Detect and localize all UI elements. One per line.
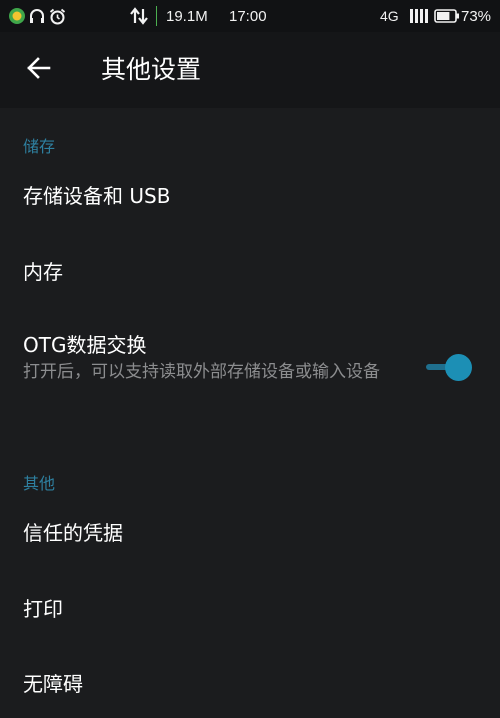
section-header-storage: 储存 xyxy=(23,137,56,156)
item-summary: 打开后，可以支持读取外部存储设备或输入设备 xyxy=(23,362,380,382)
headset-icon xyxy=(29,0,45,32)
arrow-left-icon xyxy=(25,56,51,84)
accessibility-item[interactable]: 无障碍 xyxy=(0,648,500,718)
page-title: 其他设置 xyxy=(101,55,202,84)
alarm-icon xyxy=(49,0,66,32)
print-item[interactable]: 打印 xyxy=(0,574,500,644)
item-title: 存储设备和 USB xyxy=(23,184,171,208)
battery-percent: 73% xyxy=(461,7,492,25)
toggle-thumb xyxy=(445,354,472,381)
memory-item[interactable]: 内存 xyxy=(0,234,500,304)
battery-icon xyxy=(434,0,460,32)
trusted-credentials-item[interactable]: 信任的凭据 xyxy=(0,500,500,570)
status-bar: 19.1M 17:00 4G 73% xyxy=(0,0,500,32)
item-title: 内存 xyxy=(23,260,63,284)
status-divider xyxy=(156,6,157,26)
clock: 17:00 xyxy=(229,7,267,25)
data-transfer-icon xyxy=(129,0,149,32)
item-title: 无障碍 xyxy=(23,672,83,696)
network-speed: 19.1M xyxy=(166,7,208,25)
item-title: 信任的凭据 xyxy=(23,521,123,545)
back-button[interactable] xyxy=(18,50,58,90)
item-title: 打印 xyxy=(23,597,63,621)
signal-icon xyxy=(410,0,428,32)
item-title: OTG数据交换 xyxy=(23,333,147,357)
otg-toggle[interactable] xyxy=(424,352,474,382)
section-header-other: 其他 xyxy=(23,474,56,493)
toolbar: 其他设置 xyxy=(0,32,500,108)
app-notification-icon xyxy=(8,0,26,32)
otg-item[interactable]: OTG数据交换 打开后，可以支持读取外部存储设备或输入设备 xyxy=(0,318,500,418)
network-type: 4G xyxy=(380,8,399,24)
storage-usb-item[interactable]: 存储设备和 USB xyxy=(0,160,500,230)
